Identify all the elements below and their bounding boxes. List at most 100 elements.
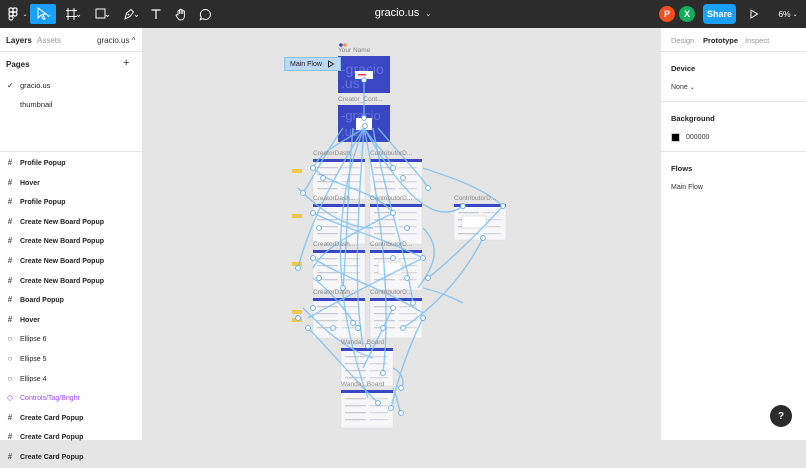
avatar[interactable]: P xyxy=(659,6,675,22)
figma-menu-icon[interactable] xyxy=(4,4,22,24)
connection-line[interactable] xyxy=(392,387,402,414)
connection-handle[interactable] xyxy=(295,265,301,271)
frame-label[interactable]: ContributorD... xyxy=(370,150,412,157)
connection-handle[interactable] xyxy=(410,300,416,306)
share-button[interactable]: Share xyxy=(703,4,736,24)
play-icon[interactable] xyxy=(747,4,761,24)
chevron-down-icon[interactable]: ⌄ xyxy=(22,4,28,24)
frame-label[interactable]: Your Name xyxy=(338,47,370,54)
prototype-frame[interactable] xyxy=(369,158,423,200)
background-hex[interactable]: 000000 xyxy=(686,134,709,141)
comment-tool-icon[interactable] xyxy=(197,4,213,24)
prototype-frame[interactable] xyxy=(453,203,507,241)
connection-handle[interactable] xyxy=(375,400,381,406)
layer-item[interactable]: # Hover xyxy=(0,174,142,194)
frame-label[interactable]: CreatorDash... xyxy=(313,150,355,157)
layer-item[interactable]: # Profile Popup xyxy=(0,154,142,174)
connection-handle[interactable] xyxy=(404,275,410,281)
connection-handle[interactable] xyxy=(380,325,386,331)
connection-handle[interactable] xyxy=(361,115,367,121)
connection-handle[interactable] xyxy=(316,225,322,231)
layer-item[interactable]: # Create New Board Popup xyxy=(0,272,142,292)
connection-handle[interactable] xyxy=(400,175,406,181)
connection-handle[interactable] xyxy=(480,235,486,241)
frame-tool-icon[interactable] xyxy=(60,4,86,24)
connection-handle[interactable] xyxy=(420,255,426,261)
text-tool-icon[interactable] xyxy=(148,4,164,24)
zoom-level[interactable]: 6% ⌄ xyxy=(776,4,800,24)
connection-handle[interactable] xyxy=(330,325,336,331)
frame-label[interactable]: ContributorD... xyxy=(454,195,496,202)
layer-item[interactable]: ○ Ellipse 6 xyxy=(0,330,142,350)
tab-design[interactable]: Design xyxy=(671,36,694,45)
connection-handle[interactable] xyxy=(295,315,301,321)
connection-handle[interactable] xyxy=(390,255,396,261)
layer-item[interactable]: # Create New Board Popup xyxy=(0,213,142,233)
connection-handle[interactable] xyxy=(398,410,404,416)
move-tool-icon[interactable] xyxy=(30,4,56,24)
play-icon[interactable] xyxy=(327,60,335,68)
help-button[interactable]: ? xyxy=(770,405,792,427)
page-item[interactable]: thumbnail xyxy=(0,95,142,113)
connection-handle[interactable] xyxy=(305,325,311,331)
connection-handle[interactable] xyxy=(420,315,426,321)
connection-handle[interactable] xyxy=(404,225,410,231)
connection-handle[interactable] xyxy=(310,255,316,261)
frame-label[interactable]: ContributorD... xyxy=(370,241,412,248)
flow-item[interactable]: Main Flow xyxy=(671,184,703,191)
layer-item[interactable]: ○ Ellipse 4 xyxy=(0,370,142,390)
frame-label[interactable]: Wanda...Board xyxy=(341,339,384,346)
connection-handle[interactable] xyxy=(425,185,431,191)
connection-handle[interactable] xyxy=(425,275,431,281)
layer-item[interactable]: ○ Ellipse 5 xyxy=(0,350,142,370)
connection-handle[interactable] xyxy=(300,190,306,196)
shape-tool-icon[interactable] xyxy=(89,4,115,24)
connection-handle[interactable] xyxy=(390,165,396,171)
tab-assets[interactable]: Assets xyxy=(37,36,61,45)
page-item[interactable]: ✓ gracio.us xyxy=(0,76,142,94)
frame-label[interactable]: CreatorDash... xyxy=(313,195,355,202)
connection-handle[interactable] xyxy=(310,305,316,311)
connection-handle[interactable] xyxy=(390,305,396,311)
connection-handle[interactable] xyxy=(310,165,316,171)
color-swatch[interactable] xyxy=(671,133,680,142)
layer-item[interactable]: # Create Card Popup xyxy=(0,448,142,468)
frame-label[interactable]: ContributorD... xyxy=(370,195,412,202)
frame-label[interactable]: CreatorDash... xyxy=(313,289,355,296)
device-select[interactable]: None ⌄ xyxy=(671,84,695,91)
layer-item[interactable]: # Create Card Popup xyxy=(0,409,142,429)
connection-handle[interactable] xyxy=(361,77,367,83)
connection-handle[interactable] xyxy=(500,203,506,209)
connection-handle[interactable] xyxy=(400,325,406,331)
connection-handle[interactable] xyxy=(316,275,322,281)
hand-tool-icon[interactable] xyxy=(173,4,189,24)
connection-handle[interactable] xyxy=(460,203,466,209)
prototype-frame[interactable] xyxy=(369,249,423,291)
connection-handle[interactable] xyxy=(350,320,356,326)
layer-item[interactable]: # Hover xyxy=(0,311,142,331)
layer-item[interactable]: # Profile Popup xyxy=(0,193,142,213)
tab-layers[interactable]: Layers xyxy=(6,36,32,45)
connection-handle[interactable] xyxy=(355,325,361,331)
layer-item[interactable]: # Create Card Popup xyxy=(0,428,142,448)
add-page-icon[interactable]: + xyxy=(123,57,129,69)
frame-label[interactable]: ContributorD... xyxy=(370,289,412,296)
chevron-down-icon[interactable]: ⌄ xyxy=(425,11,431,18)
canvas[interactable]: -gracio .us -gracio .us Main Flow Your N… xyxy=(143,28,660,440)
frame-label[interactable]: CreatorDash... xyxy=(313,241,355,248)
connection-handle[interactable] xyxy=(380,370,386,376)
avatar[interactable]: X xyxy=(679,6,695,22)
connection-handle[interactable] xyxy=(398,385,404,391)
layer-item[interactable]: # Board Popup xyxy=(0,291,142,311)
layer-item[interactable]: # Create New Board Popup xyxy=(0,232,142,252)
page-selector[interactable]: gracio.us ^ xyxy=(97,36,135,45)
connection-handle[interactable] xyxy=(310,210,316,216)
layer-item[interactable]: ◇ Controls/Tag/Bright xyxy=(0,389,142,409)
frame-label[interactable]: Wanda...Board xyxy=(341,381,384,388)
frame-label[interactable]: Creator_Cont... xyxy=(338,96,382,103)
connection-handle[interactable] xyxy=(362,123,368,129)
tab-inspect[interactable]: Inspect xyxy=(745,36,769,45)
connection-handle[interactable] xyxy=(320,175,326,181)
connection-handle[interactable] xyxy=(388,405,394,411)
layer-item[interactable]: # Create New Board Popup xyxy=(0,252,142,272)
